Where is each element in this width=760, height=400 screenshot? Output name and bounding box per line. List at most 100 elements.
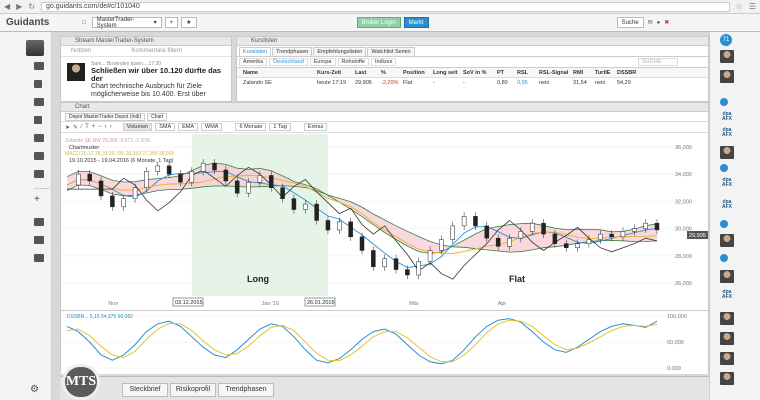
tab-watchlist[interactable]: Watchlist Semin <box>367 47 415 56</box>
pencil-icon[interactable]: ✎ <box>73 124 78 131</box>
subtab-indizes[interactable]: Indizes <box>370 58 397 66</box>
forward-icon[interactable]: ▶ <box>16 2 22 11</box>
notification-badge[interactable]: 71 <box>720 34 732 46</box>
briefcase-icon[interactable] <box>34 152 44 160</box>
wma-button[interactable]: WMA <box>201 123 223 131</box>
kurs-search-input[interactable]: SUCHE <box>638 58 678 66</box>
col-long-seit[interactable]: Long seit <box>433 70 463 76</box>
user-avatar[interactable] <box>26 40 44 56</box>
contact-avatar[interactable] <box>720 352 734 365</box>
col-pt[interactable]: PT <box>497 70 517 76</box>
tab-steckbrief[interactable]: Steckbrief <box>122 383 168 397</box>
favorite-star-button[interactable]: ★ <box>181 17 197 28</box>
partner-logo[interactable]: dpa AFX <box>717 112 737 122</box>
comment-filter[interactable]: Kommentare filtern <box>131 48 182 54</box>
col-rsl[interactable]: RSL <box>517 70 539 76</box>
col-name[interactable]: Name <box>237 70 317 76</box>
contact-avatar[interactable] <box>720 372 734 385</box>
contact-avatar[interactable] <box>720 146 734 159</box>
chart-icon[interactable] <box>34 134 44 142</box>
tab-kurslisten[interactable]: Kurslisten <box>239 47 272 56</box>
tab-empfehlungslisten[interactable]: Empfehlungslisten <box>313 47 367 56</box>
person-icon[interactable]: ● <box>657 20 661 26</box>
notes-tab[interactable]: Notizen <box>71 48 91 54</box>
period-select[interactable]: 6 Monate <box>235 123 267 131</box>
chevron-right-icon[interactable]: › <box>110 124 112 130</box>
col-position[interactable]: Position <box>403 70 433 76</box>
partner-logo[interactable]: dpa AFX <box>717 178 737 188</box>
contact-avatar[interactable] <box>720 70 734 83</box>
partner-logo[interactable]: dpa AFX <box>717 128 737 138</box>
col-last[interactable]: Last <box>355 70 381 76</box>
subtab-rohstoffe[interactable]: Rohstoffe <box>337 58 369 66</box>
tab-chart[interactable]: Chart <box>147 112 168 121</box>
close-icon[interactable]: ✖ <box>664 19 669 26</box>
subtab-europa[interactable]: Europa <box>309 58 336 66</box>
tab-depot[interactable]: Depot MasterTrader Depot (Indi) <box>65 112 146 121</box>
tab-risikoprofil[interactable]: Risikoprofil <box>170 383 216 397</box>
broker-login-button[interactable]: Broker Login <box>356 17 401 28</box>
back-icon[interactable]: ◀ <box>4 2 10 11</box>
subtab-deutschland[interactable]: Deutschland <box>269 58 308 66</box>
monitor-icon[interactable] <box>34 62 44 70</box>
col-turtle[interactable]: TurtlE <box>595 70 617 76</box>
tab-trendphasen[interactable]: Trendphasen <box>272 47 313 56</box>
subtab-amerika[interactable]: Amerika <box>239 58 268 66</box>
extras-button[interactable]: Extras <box>303 123 328 131</box>
zoom-in-icon[interactable]: + <box>92 124 96 130</box>
trash-icon[interactable] <box>34 254 44 262</box>
play-icon[interactable] <box>720 164 728 172</box>
table-row[interactable]: Zalando SE heute 17:19 29,905 -2,20% Fla… <box>237 78 708 88</box>
oscillator-chart[interactable]: DSSBR... 5,15 54,375 90,082 100,000 50,00… <box>61 310 708 374</box>
volume-button[interactable]: Volumen <box>122 123 153 131</box>
folder-open-icon[interactable] <box>34 236 44 244</box>
star-icon[interactable]: ☆ <box>736 2 743 11</box>
partner-logo[interactable]: dpa AFX <box>717 200 737 210</box>
cursor-icon[interactable]: ➤ <box>65 124 70 131</box>
chevron-left-icon[interactable]: ‹ <box>105 124 107 130</box>
col-sov[interactable]: SoV in % <box>463 70 497 76</box>
price-chart[interactable]: Zalando SE NW 29,905 -0,671 -2,20% Chart… <box>61 134 708 310</box>
text-tool-icon[interactable]: T <box>85 124 89 130</box>
contact-avatar[interactable] <box>720 234 734 247</box>
zoom-out-icon[interactable]: − <box>98 124 102 130</box>
tab-trendphasen-bottom[interactable]: Trendphasen <box>218 383 274 397</box>
document-icon[interactable] <box>34 170 44 178</box>
col-dssbr[interactable]: DSSBR <box>617 70 641 76</box>
partner-logo[interactable]: dpa AFX <box>717 290 737 300</box>
workspace-select[interactable]: MasterTrader-System ▾ <box>91 17 162 29</box>
author-avatar[interactable] <box>67 63 85 81</box>
play-icon[interactable] <box>720 254 728 262</box>
col-rsl-signal[interactable]: RSL-Signal <box>539 70 573 76</box>
interval-select[interactable]: 1 Tag <box>269 123 291 131</box>
col-rmi[interactable]: RMI <box>573 70 595 76</box>
candle <box>495 237 501 247</box>
play-icon[interactable] <box>720 220 728 228</box>
menu-icon[interactable]: ☰ <box>749 2 756 11</box>
contact-avatar[interactable] <box>720 270 734 283</box>
calendar-icon[interactable]: □ <box>82 20 86 26</box>
col-kurszeit[interactable]: Kurs-Zeit <box>317 70 355 76</box>
contact-avatar[interactable] <box>720 332 734 345</box>
add-icon[interactable]: + <box>34 195 44 205</box>
contact-avatar[interactable] <box>720 312 734 325</box>
reload-icon[interactable]: ↻ <box>28 2 35 11</box>
guidants-logo[interactable]: Guidants <box>0 17 60 28</box>
line-tool-icon[interactable]: ∕ <box>81 124 82 130</box>
sma-button[interactable]: SMA <box>155 123 176 131</box>
contact-avatar[interactable] <box>720 50 734 63</box>
address-bar[interactable]: go.guidants.com/de#c/101040 <box>41 1 730 12</box>
mail-icon[interactable]: ✉ <box>648 19 653 26</box>
folder-icon[interactable] <box>34 218 44 226</box>
ema-button[interactable]: EMA <box>178 123 199 131</box>
settings-gear-icon[interactable]: ⚙ <box>30 384 39 395</box>
market-button[interactable]: Markt <box>403 17 429 28</box>
stream-post[interactable]: Sam... Bosenden Ipsen... 17:20 Schließen… <box>61 57 231 99</box>
add-workspace-button[interactable]: + <box>164 17 179 28</box>
bell-icon[interactable] <box>34 80 42 88</box>
person-icon[interactable] <box>34 116 42 124</box>
people-icon[interactable] <box>34 98 44 106</box>
search-button[interactable]: Suche <box>616 17 644 28</box>
col-percent[interactable]: % <box>381 70 403 76</box>
play-icon[interactable] <box>720 98 728 106</box>
